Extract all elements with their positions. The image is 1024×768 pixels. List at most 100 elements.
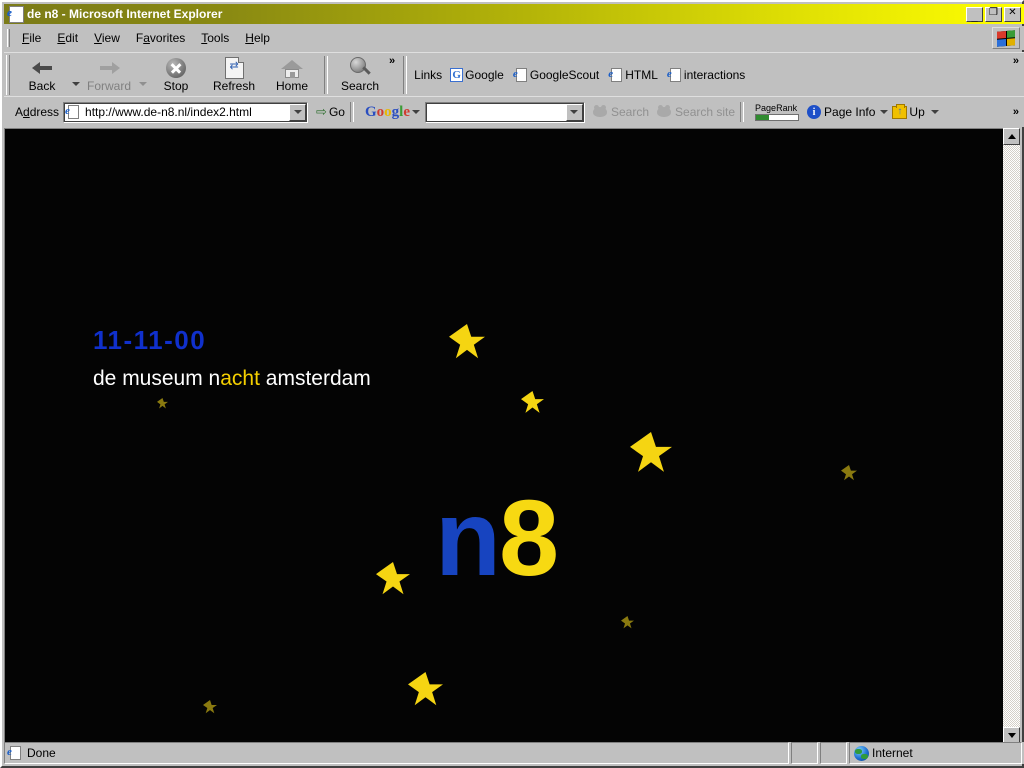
star-icon <box>521 391 544 414</box>
menu-item-help[interactable]: Help <box>237 29 278 47</box>
star-icon <box>841 465 857 481</box>
status-message-pane: e Done <box>4 742 789 764</box>
menu-item-favorites[interactable]: Favorites <box>128 29 193 47</box>
address-input-value: http://www.de-n8.nl/index2.html <box>85 105 252 119</box>
star-icon <box>449 324 485 360</box>
address-dropdown-button[interactable] <box>289 104 306 121</box>
close-icon: ✕ <box>1008 8 1016 18</box>
forward-button-label: Forward <box>87 79 131 93</box>
restore-button[interactable]: ❐ <box>985 7 1002 22</box>
windows-logo-button[interactable] <box>992 27 1020 49</box>
google-toolbar-logo: Google <box>365 104 410 121</box>
link-interactions[interactable]: e interactions <box>668 68 745 83</box>
star-icon <box>376 562 410 596</box>
toolbar-overflow-button[interactable]: » <box>389 53 400 67</box>
google-search-site-icon <box>657 105 672 119</box>
arrow-left-icon <box>32 57 53 79</box>
link-googlescout[interactable]: e GoogleScout <box>514 68 599 83</box>
window-title: de n8 - Microsoft Internet Explorer <box>27 7 222 21</box>
home-button-label: Home <box>276 79 308 93</box>
page-info-dropdown-button[interactable] <box>879 110 888 114</box>
triangle-down-icon <box>1008 733 1016 738</box>
star-icon <box>621 616 634 629</box>
link-html[interactable]: e HTML <box>609 68 658 83</box>
menu-item-view[interactable]: View <box>86 29 128 47</box>
stop-icon <box>166 57 186 79</box>
magnifier-icon <box>350 57 371 79</box>
address-input[interactable]: e http://www.de-n8.nl/index2.html <box>63 102 308 123</box>
google-search-site-button-label: Search site <box>675 105 735 119</box>
menu-item-file[interactable]: File <box>14 29 49 47</box>
n8-logo: n8 <box>435 484 557 592</box>
chevron-down-icon <box>412 110 420 114</box>
search-button-label: Search <box>341 79 379 93</box>
pagerank-label: PageRank <box>755 104 797 113</box>
n8-logo-digit: 8 <box>499 477 557 598</box>
forward-dropdown-button[interactable] <box>138 53 147 97</box>
up-dropdown-button[interactable] <box>931 110 940 114</box>
back-button[interactable]: Back <box>13 53 71 97</box>
chevron-down-icon <box>880 110 888 114</box>
star-icon <box>157 398 168 409</box>
pagerank-meter[interactable]: PageRank <box>755 104 799 121</box>
toolbar-separator <box>324 56 328 94</box>
star-icon <box>203 700 217 714</box>
search-button[interactable]: Search <box>331 53 389 97</box>
close-button[interactable]: ✕ <box>1004 7 1021 22</box>
toolbar-drag-handle[interactable] <box>6 55 10 95</box>
links-overflow-button[interactable]: » <box>1013 53 1024 67</box>
arrow-right-icon <box>99 57 120 79</box>
menu-item-tools[interactable]: Tools <box>193 29 237 47</box>
google-search-input[interactable] <box>425 102 585 123</box>
triangle-up-icon <box>1008 134 1016 139</box>
globe-icon <box>854 746 869 761</box>
refresh-button[interactable]: ⇄ Refresh <box>205 53 263 97</box>
chevron-down-icon <box>139 82 147 86</box>
stop-button[interactable]: Stop <box>147 53 205 97</box>
forward-button[interactable]: Forward <box>80 53 138 97</box>
back-button-label: Back <box>29 79 56 93</box>
go-arrow-icon: ⇨ <box>316 104 327 120</box>
scroll-up-button[interactable] <box>1003 128 1020 145</box>
go-button-label: Go <box>329 105 345 119</box>
address-label: Address <box>15 105 59 119</box>
scrollbar-track[interactable] <box>1003 145 1020 727</box>
folder-up-icon: ↑ <box>892 106 907 119</box>
google-search-icon <box>593 105 608 119</box>
google-search-site-button[interactable]: Search site <box>657 105 735 119</box>
google-search-button[interactable]: Search <box>593 105 649 119</box>
home-icon <box>281 57 303 79</box>
go-button[interactable]: ⇨ Go <box>316 104 345 120</box>
pagerank-fill <box>756 115 769 120</box>
ie-page-icon: e <box>514 68 528 83</box>
google-menu-button[interactable] <box>412 110 421 114</box>
chevron-down-icon <box>570 110 578 114</box>
restore-icon: ❐ <box>989 8 998 18</box>
back-dropdown-button[interactable] <box>71 53 80 97</box>
stop-button-label: Stop <box>164 79 189 93</box>
n8-logo-letter: n <box>435 477 499 598</box>
home-button[interactable]: Home <box>263 53 321 97</box>
star-icon <box>630 432 672 474</box>
link-google[interactable]: G Google <box>450 68 504 82</box>
page-info-button[interactable]: i Page Info <box>807 105 875 119</box>
windows-flag-icon <box>997 30 1015 47</box>
google-toolbar-overflow-button[interactable]: » <box>1013 106 1024 118</box>
event-date: 11-11-00 <box>93 325 206 356</box>
security-zone-pane[interactable]: Internet <box>849 742 1022 764</box>
menu-drag-handle[interactable] <box>7 29 10 47</box>
google-search-dropdown-button[interactable] <box>566 104 583 121</box>
ie-page-icon: e <box>8 746 22 761</box>
google-g-icon: G <box>450 68 463 82</box>
vertical-scrollbar[interactable] <box>1003 128 1020 744</box>
up-button[interactable]: ↑ Up <box>892 105 924 119</box>
minimize-button[interactable]: _ <box>966 7 983 22</box>
page-viewport: 11-11-00 de museum nacht amsterdam n8 <box>4 128 1007 744</box>
status-bar: e Done Internet <box>4 742 1024 764</box>
links-bar: Links G Google e GoogleScout e HTML e in… <box>410 53 1024 97</box>
menu-item-edit[interactable]: Edit <box>49 29 86 47</box>
link-interactions-label: interactions <box>684 68 745 82</box>
security-zone-label: Internet <box>872 746 913 760</box>
google-search-button-label: Search <box>611 105 649 119</box>
ie-document-icon: e <box>7 6 23 22</box>
